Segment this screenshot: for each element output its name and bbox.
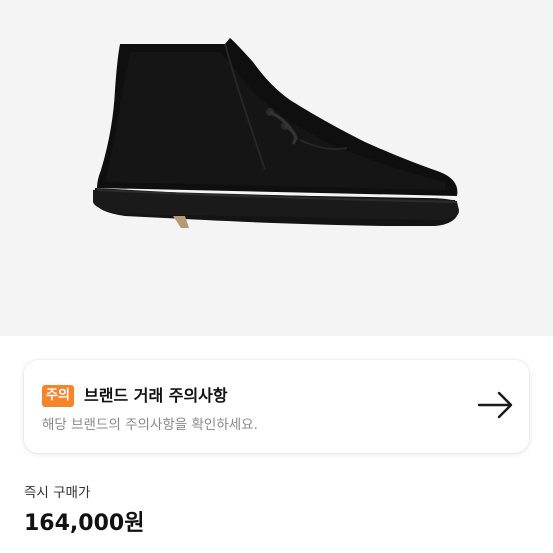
instant-purchase-price: 164,000원 — [24, 511, 145, 536]
brand-notice-card[interactable]: 주의 브랜드 거래 주의사항 해당 브랜드의 주의사항을 확인하세요. — [24, 360, 529, 453]
notice-title: 브랜드 거래 주의사항 — [84, 386, 228, 405]
suede-chukka-boot-icon[interactable] — [85, 30, 470, 240]
instant-purchase-label: 즉시 구매가 — [24, 485, 91, 501]
notice-description: 해당 브랜드의 주의사항을 확인하세요. — [42, 417, 258, 433]
product-page: 주의 브랜드 거래 주의사항 해당 브랜드의 주의사항을 확인하세요. 즉시 구… — [0, 0, 553, 553]
arrow-right-icon[interactable] — [477, 390, 515, 420]
product-image-area — [0, 0, 553, 336]
notice-badge: 주의 — [42, 385, 74, 407]
